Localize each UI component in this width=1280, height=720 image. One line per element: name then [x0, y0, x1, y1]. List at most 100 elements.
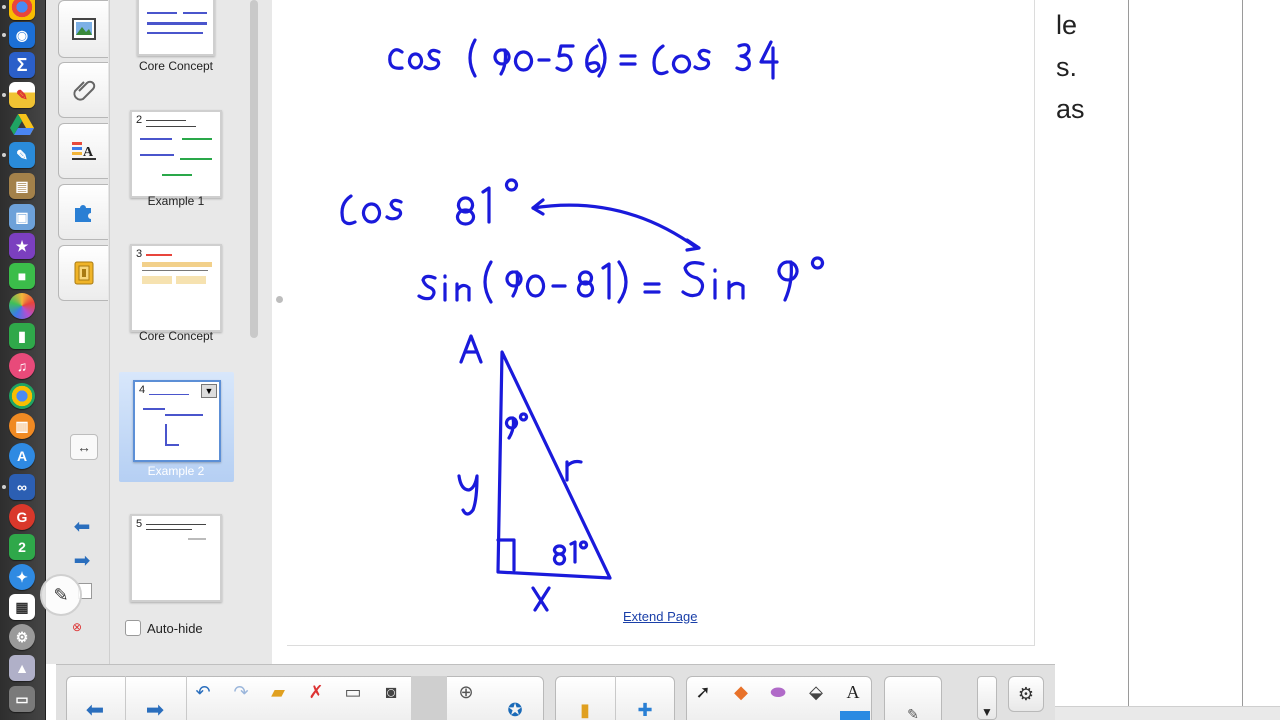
paste-button[interactable]: ▭ — [338, 678, 368, 706]
dock-running-indicator — [2, 153, 6, 157]
dock-running-indicator — [2, 33, 6, 37]
eraser-icon: ⬬ — [770, 681, 786, 702]
dock-running-indicator — [2, 485, 6, 489]
ink-stroke — [693, 48, 711, 71]
open-file-button[interactable]: ▰ — [263, 678, 293, 706]
side-x-label — [531, 586, 551, 612]
calendar-icon[interactable]: ✎ — [9, 82, 35, 108]
pen-tool-button[interactable]: ✎ — [898, 700, 928, 720]
notes-icon[interactable]: ✎ — [9, 142, 35, 168]
splitter-handle[interactable] — [276, 296, 283, 303]
ink-stroke — [619, 54, 637, 66]
clear-ink-icon: ✗ — [308, 681, 324, 702]
toolbar-dropdown-button[interactable]: ▼ — [977, 676, 997, 720]
vertex-a-label — [459, 334, 483, 364]
page-menu-dropdown[interactable]: ▼ — [201, 384, 217, 398]
eraser-tool-button[interactable]: ⬬ — [763, 678, 793, 706]
delete-page-icon[interactable]: ⊗ — [72, 620, 90, 636]
ink-stroke — [525, 274, 546, 298]
two-icon[interactable]: 2 — [9, 534, 35, 560]
top-angle-label — [504, 416, 519, 440]
ibooks-icon[interactable]: ▥ — [9, 413, 35, 439]
properties-tab[interactable]: A — [58, 123, 108, 179]
whiteboard-canvas[interactable]: Extend Page — [287, 0, 1035, 646]
page-thumbnail-5[interactable]: 5 — [130, 514, 222, 602]
preview-icon[interactable]: ▣ — [9, 204, 35, 230]
ink-stroke — [468, 38, 477, 78]
numbers-icon[interactable]: ▮ — [9, 323, 35, 349]
ink-stroke — [455, 282, 471, 302]
grid-icon[interactable]: ▦ — [9, 594, 35, 620]
toolbar-next-button[interactable]: ➡ — [140, 696, 170, 720]
safari-icon[interactable]: ◉ — [9, 22, 35, 48]
measurement-tools-button[interactable]: ⊕ — [451, 678, 481, 706]
settings-button[interactable]: ⚙ — [1008, 676, 1044, 712]
addons-tab[interactable] — [58, 184, 108, 240]
sorter-scrollbar[interactable] — [250, 0, 258, 338]
ink-stroke — [681, 261, 705, 298]
compass-icon: ⊕ — [458, 681, 474, 702]
fill-tool-button[interactable]: ⬙ — [801, 678, 831, 706]
redo-button[interactable]: ↷ — [226, 678, 256, 706]
ink-stroke — [417, 274, 437, 301]
puzzle-icon: ✚ — [637, 699, 653, 720]
ink-arrow — [685, 238, 701, 252]
auto-hide-label: Auto-hide — [147, 620, 203, 636]
page-number: 2 — [136, 114, 143, 126]
auto-hide-checkbox[interactable]: Auto-hide — [125, 620, 203, 636]
response-button[interactable]: ✪ — [500, 696, 530, 720]
lesson-activity-button[interactable]: ▮ — [570, 696, 600, 720]
drive-icon[interactable] — [9, 112, 35, 138]
gear-icon: ⚙ — [1017, 683, 1035, 704]
ink-stroke — [423, 48, 441, 71]
page-sorter-tab[interactable] — [58, 0, 108, 58]
select-tool-button[interactable]: ➚ — [688, 678, 718, 706]
gallery-tab[interactable] — [58, 245, 108, 301]
ink-stroke — [597, 38, 607, 78]
shapes-tool-button[interactable]: ◆ — [726, 678, 756, 706]
ink-stroke — [340, 194, 357, 226]
next-page-button[interactable]: ➡ — [68, 548, 96, 572]
sigma-icon[interactable]: Σ — [9, 52, 35, 78]
text-tool-button[interactable]: A — [838, 678, 868, 706]
side-y-label — [457, 474, 479, 516]
messages-icon[interactable]: ■ — [9, 263, 35, 289]
google-icon[interactable]: G — [9, 504, 35, 530]
swap-arrows-icon: ↔ — [77, 439, 91, 455]
contacts-icon[interactable]: ▤ — [9, 173, 35, 199]
screen-capture-button[interactable]: ◙ — [376, 678, 406, 706]
clipboard-icon: ▭ — [344, 681, 362, 702]
page-label: Example 2 — [147, 464, 205, 478]
undo-button[interactable]: ↶ — [188, 678, 218, 706]
clear-page-button[interactable]: ✗ — [301, 678, 331, 706]
itunes-icon[interactable]: ♫ — [9, 353, 35, 379]
camera-icon[interactable]: ⚙ — [9, 624, 35, 650]
checkbox-box[interactable] — [125, 620, 141, 636]
chrome-icon[interactable] — [9, 0, 35, 20]
move-sidebar-button[interactable]: ↔ — [70, 434, 98, 460]
chrome-alt-icon[interactable] — [9, 383, 35, 409]
appstore-icon[interactable]: A — [9, 443, 35, 469]
page-number: 4 — [139, 384, 146, 396]
trash-icon[interactable]: ▭ — [9, 686, 35, 712]
attachments-tab[interactable] — [58, 62, 108, 118]
previous-page-button[interactable]: ⬅ — [68, 514, 96, 538]
imovie-icon[interactable]: ★ — [9, 233, 35, 259]
camera-icon: ◙ — [385, 681, 397, 702]
active-tool-indicator — [840, 711, 870, 720]
page-thumbnail-4[interactable]: 4 ▼ — [133, 380, 221, 462]
ink-arrow — [531, 203, 699, 250]
toolbar-previous-button[interactable]: ⬅ — [80, 696, 110, 720]
safari-alt-icon[interactable]: ✦ — [9, 564, 35, 590]
photos-icon[interactable] — [9, 293, 35, 319]
addons-button[interactable]: ✚ — [630, 696, 660, 720]
page-thumbnail-2[interactable]: 2 — [130, 110, 222, 198]
extend-page-link[interactable]: Extend Page — [623, 609, 697, 624]
page-thumbnail-1[interactable] — [137, 0, 215, 56]
loop-icon[interactable]: ∞ — [9, 474, 35, 500]
folder-icon: ▰ — [271, 681, 285, 702]
arrow-left-icon: ⬅ — [85, 697, 105, 720]
launch-icon[interactable]: ▲ — [9, 655, 35, 681]
ink-stroke — [504, 178, 519, 192]
page-thumbnail-3[interactable]: 3 — [130, 244, 222, 332]
